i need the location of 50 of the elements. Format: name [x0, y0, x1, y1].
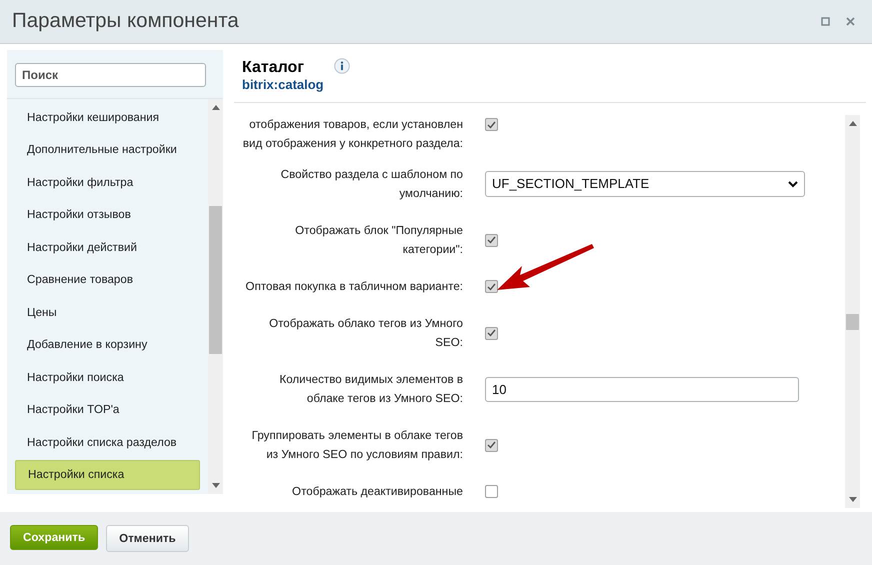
input-field[interactable]: 10	[485, 376, 799, 402]
sidebar-item[interactable]: Цены	[15, 297, 200, 328]
checkbox[interactable]	[485, 438, 498, 452]
scroll-thumb[interactable]	[846, 314, 859, 330]
scroll-up-icon[interactable]	[212, 105, 220, 110]
scroll-thumb[interactable]	[209, 206, 222, 354]
sidebar-item[interactable]: Настройки TOP'а	[15, 394, 200, 425]
info-icon[interactable]	[334, 58, 350, 74]
scrollbar[interactable]	[845, 115, 860, 508]
checkbox[interactable]	[485, 234, 498, 246]
sidebar-item[interactable]: Настройки поиска	[15, 362, 200, 392]
sidebar-item[interactable]: Сравнение товаров	[15, 264, 200, 295]
checkmark-icon	[487, 236, 496, 244]
setting-label: Отображать блок "Популярные категории":	[294, 223, 463, 258]
scroll-up-icon[interactable]	[848, 121, 856, 126]
scroll-down-icon[interactable]	[848, 497, 856, 502]
search-field[interactable]: Поиск	[15, 63, 206, 87]
checkmark-icon	[487, 441, 496, 449]
sidebar-item[interactable]: Настройки действий	[15, 232, 200, 262]
scrollbar[interactable]	[208, 99, 223, 494]
checkmark-icon	[487, 329, 496, 337]
setting-label: Оптовая покупка в табличном варианте:	[244, 279, 463, 295]
checkmark-icon	[487, 120, 496, 128]
checkbox[interactable]	[485, 280, 498, 293]
scroll-down-icon[interactable]	[212, 483, 220, 488]
checkbox[interactable]	[485, 485, 498, 498]
setting-label: Количество видимых элементов в облаке тегов из Умного SEO:	[278, 372, 463, 407]
window-title: Параметры компонента	[12, 8, 240, 34]
sidebar-item[interactable]: Настройки кеширования	[15, 102, 200, 132]
setting-label: Свойство раздела с шаблоном по умолчанию:	[280, 167, 463, 202]
checkbox[interactable]	[485, 118, 498, 131]
maximize-icon[interactable]	[821, 17, 830, 26]
sidebar-item[interactable]: Настройки списка разделов	[15, 427, 200, 458]
component-title: Каталог	[242, 59, 305, 77]
sidebar-item[interactable]: Настройки списка	[15, 460, 200, 490]
setting-label: Группировать элементы в облаке тегов из Умного SEO по условиям правил:	[250, 428, 463, 463]
template-dropdown[interactable]: UF_SECTION_TEMPLATE	[485, 171, 805, 197]
setting-label: Отображать облако тегов из Умного SEO:	[268, 316, 463, 351]
close-icon[interactable]	[846, 17, 855, 26]
sidebar-item[interactable]: Дополнительные настройки	[15, 134, 200, 165]
component-code: bitrix:catalog	[242, 77, 324, 93]
sidebar-item[interactable]: Настройки фильтра	[15, 167, 200, 198]
checkbox[interactable]	[485, 326, 498, 340]
cancel-button[interactable]: Отменить	[106, 525, 189, 552]
checkmark-icon	[487, 282, 496, 290]
setting-label: Отображать деактивированные	[291, 484, 463, 500]
setting-label: отображения товаров, если установлен вид отображения у конкретного раздела:	[242, 117, 463, 152]
sidebar-item[interactable]: Настройки отзывов	[15, 200, 200, 230]
sidebar-item[interactable]: Добавление в корзину	[15, 330, 200, 360]
chevron-down-icon	[788, 180, 798, 188]
